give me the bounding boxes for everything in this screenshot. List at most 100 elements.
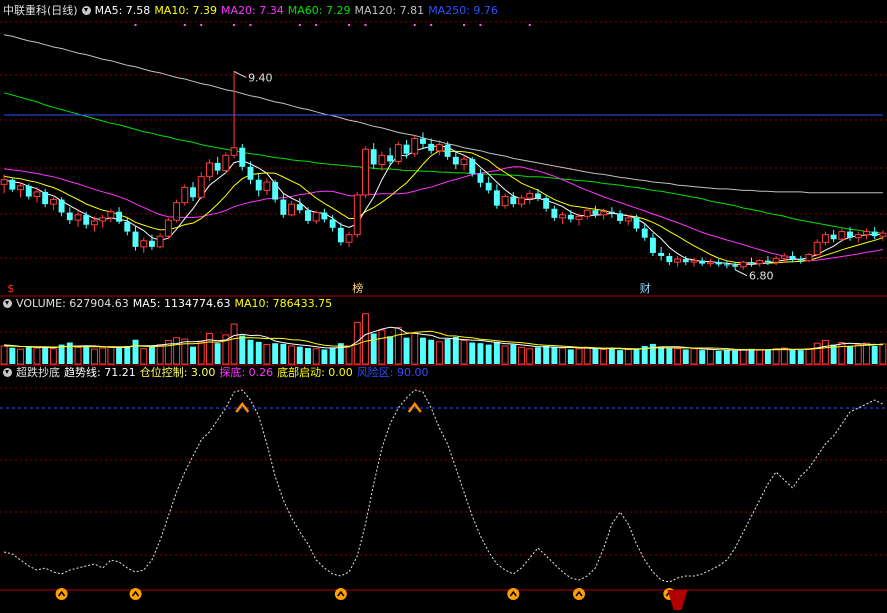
candle-body-up: [526, 192, 534, 199]
candle-body-down: [723, 264, 730, 266]
volume-bar-up: [173, 337, 181, 365]
buy-signal: [129, 588, 142, 600]
candle-body-up: [74, 214, 82, 221]
dropdown-icon[interactable]: [81, 6, 91, 15]
risk-dot: [463, 24, 466, 26]
candle-body-up: [181, 186, 189, 204]
candle-body-down: [66, 212, 73, 221]
candle-body-up: [288, 203, 296, 216]
volume-bar-up: [518, 346, 525, 365]
candle-body-up: [263, 181, 271, 191]
volume-bar-up: [756, 349, 764, 365]
volume-bar-down: [420, 337, 426, 364]
vol-ma10-label: MA10: 786433.75: [234, 297, 333, 310]
candle-body-down: [567, 214, 574, 220]
candle-body-down: [764, 260, 771, 263]
candle-body-up: [164, 219, 172, 237]
volume-bar-down: [477, 343, 484, 364]
risk-dot: [298, 24, 301, 26]
volume-bar-up: [879, 343, 887, 365]
candle-body-down: [255, 179, 262, 191]
candle-body-down: [83, 214, 90, 225]
candle-body-down: [387, 155, 394, 162]
volume-bar-up: [501, 345, 509, 365]
candle-body-down: [469, 159, 476, 174]
candle-body-down: [321, 212, 328, 220]
candle-body-up: [624, 217, 632, 222]
volume-bar-down: [871, 345, 878, 364]
candle-body-up: [173, 202, 181, 221]
volume-bar-up: [526, 348, 534, 365]
start-label: 底部启动: 0.00: [277, 366, 353, 379]
volume-bar-up: [0, 345, 8, 365]
candle-body-up: [600, 211, 608, 216]
candle-body-up: [99, 217, 107, 222]
volume-bar-down: [148, 346, 155, 364]
candle-body-up: [690, 260, 698, 263]
high-label: 9.40: [248, 71, 273, 84]
candle-body-up: [362, 148, 369, 196]
volume-bar-up: [674, 348, 682, 365]
volume-bar-up: [33, 347, 41, 365]
candle-body-up: [90, 220, 98, 226]
candle-body-up: [378, 154, 386, 165]
volume-bar-up: [230, 323, 238, 365]
volume-bar-up: [394, 327, 402, 365]
candle-body-down: [296, 204, 303, 211]
dropdown-icon[interactable]: [3, 299, 12, 308]
volume-bar-down: [83, 345, 90, 364]
candle-body-down: [190, 187, 196, 198]
candle-body-down: [132, 231, 139, 247]
risk-dot: [413, 24, 416, 26]
candle-body-up: [805, 253, 813, 262]
candle-body-down: [699, 260, 706, 264]
volume-bar-up: [345, 345, 353, 365]
volume-bar-up: [205, 332, 213, 365]
ma120-label: MA120: 7.81: [354, 4, 425, 17]
volume-bar-down: [649, 343, 656, 364]
candle-body-down: [649, 237, 656, 253]
volume-bar-down: [452, 336, 459, 364]
position-label: 仓位控制: 3.00: [139, 366, 216, 379]
candle-body-up: [559, 214, 567, 219]
candle-body-up: [518, 197, 525, 205]
volume-bar-up: [739, 348, 747, 365]
volume-bar-down: [132, 339, 139, 364]
volume-bar-down: [9, 347, 16, 364]
volume-bar-down: [387, 336, 394, 364]
volume-bar-down: [305, 348, 311, 364]
candle-body-down: [666, 256, 673, 263]
candle-body-down: [608, 211, 615, 214]
risk-dot: [200, 24, 203, 26]
candle-body-down: [214, 162, 221, 171]
volume-bar-down: [633, 348, 640, 364]
candle-body-up: [205, 162, 213, 178]
volume-bar-up: [312, 348, 320, 365]
volume-label: VOLUME: 627904.63: [16, 297, 129, 310]
low-label: 6.80: [749, 270, 774, 283]
volume-bar-down: [543, 345, 550, 364]
volume-bar-up: [821, 339, 829, 365]
volume-bar-up: [288, 345, 296, 365]
volume-bar-up: [863, 342, 870, 365]
candle-body-down: [830, 234, 837, 240]
candle-body-down: [280, 199, 287, 215]
risk-dot: [233, 24, 236, 26]
candle-body-down: [658, 252, 665, 257]
risk-dot: [348, 24, 351, 26]
candle-body-down: [641, 228, 648, 238]
candle-body-up: [674, 258, 682, 263]
candle-body-down: [485, 182, 492, 191]
volume-bar-down: [329, 347, 336, 364]
volume-bar-down: [797, 350, 804, 364]
volume-bar-up: [805, 348, 813, 365]
dropdown-icon[interactable]: [3, 368, 12, 377]
candle-body-up: [230, 147, 238, 156]
volume-bar-up: [99, 347, 107, 365]
candle-body-down: [148, 240, 155, 247]
trend-label: 趋势线: 71.21: [64, 366, 136, 379]
volume-bar-up: [813, 342, 821, 365]
candle-body-up: [780, 255, 788, 259]
volume-bar-up: [49, 348, 57, 365]
candle-body-up: [0, 179, 8, 185]
